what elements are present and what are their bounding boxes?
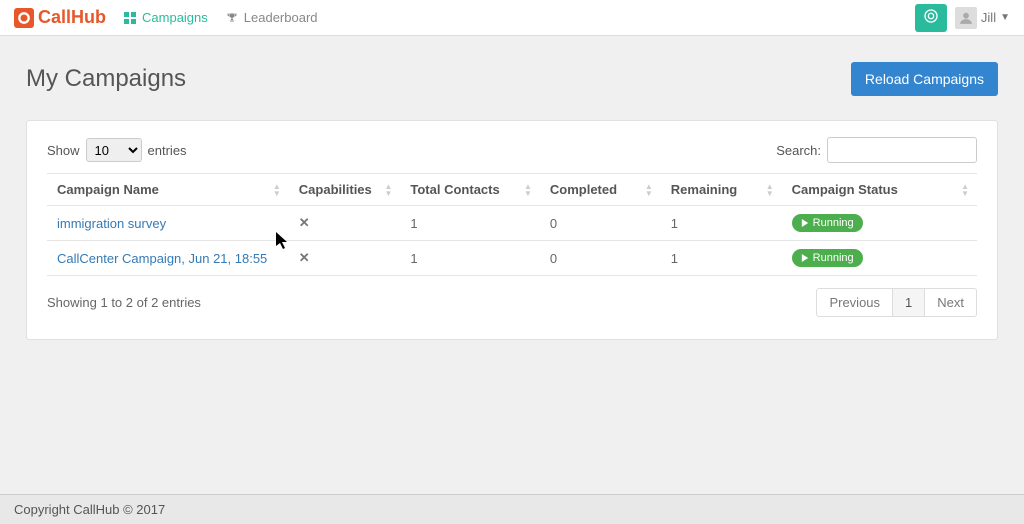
copyright: Copyright CallHub © 2017 (14, 502, 165, 517)
footer: Copyright CallHub © 2017 (0, 494, 1024, 524)
title-row: My Campaigns Reload Campaigns (26, 62, 998, 96)
sort-icon: ▲▼ (645, 183, 653, 197)
col-campaign-name[interactable]: Campaign Name▲▼ (47, 174, 289, 206)
table-header-row: Campaign Name▲▼ Capabilities▲▼ Total Con… (47, 174, 977, 206)
topbar-right: Jill ▼ (915, 4, 1010, 32)
x-icon: ✕ (299, 215, 310, 230)
table-footer: Showing 1 to 2 of 2 entries Previous 1 N… (47, 288, 977, 317)
search-input[interactable] (827, 137, 977, 163)
cell-remaining: 1 (661, 241, 782, 276)
logo-icon (14, 8, 34, 28)
campaigns-table: Campaign Name▲▼ Capabilities▲▼ Total Con… (47, 173, 977, 276)
trophy-icon (226, 12, 238, 24)
search-label: Search: (776, 143, 821, 158)
sort-icon: ▲▼ (384, 183, 392, 197)
table-row: CallCenter Campaign, Jun 21, 18:55 ✕ 1 0… (47, 241, 977, 276)
sort-icon: ▲▼ (766, 183, 774, 197)
status-badge: Running (792, 249, 863, 267)
previous-button[interactable]: Previous (816, 288, 893, 317)
grid-icon (124, 12, 136, 24)
table-row: immigration survey ✕ 1 0 1 Running (47, 206, 977, 241)
nav-leaderboard-label: Leaderboard (244, 10, 318, 25)
campaigns-panel: Show 10 entries Search: Campaign Name▲▼ … (26, 120, 998, 340)
sort-icon: ▲▼ (524, 183, 532, 197)
table-controls: Show 10 entries Search: (47, 137, 977, 163)
col-capabilities[interactable]: Capabilities▲▼ (289, 174, 401, 206)
show-label-pre: Show (47, 143, 80, 158)
play-icon (801, 219, 809, 227)
sort-icon: ▲▼ (273, 183, 281, 197)
page-1-button[interactable]: 1 (892, 288, 925, 317)
cell-completed: 0 (540, 241, 661, 276)
caret-down-icon: ▼ (1000, 12, 1010, 23)
nav-campaigns-label: Campaigns (142, 10, 208, 25)
pagination: Previous 1 Next (816, 288, 977, 317)
status-badge: Running (792, 214, 863, 232)
table-info: Showing 1 to 2 of 2 entries (47, 295, 201, 310)
cell-remaining: 1 (661, 206, 782, 241)
avatar-icon (955, 7, 977, 29)
show-label-post: entries (148, 143, 187, 158)
search-control: Search: (776, 137, 977, 163)
col-total-contacts[interactable]: Total Contacts▲▼ (400, 174, 540, 206)
reload-campaigns-button[interactable]: Reload Campaigns (851, 62, 998, 96)
logo[interactable]: CallHub (14, 7, 106, 28)
help-button[interactable] (915, 4, 947, 32)
sort-icon: ▲▼ (961, 183, 969, 197)
next-button[interactable]: Next (924, 288, 977, 317)
cell-total: 1 (400, 241, 540, 276)
x-icon: ✕ (299, 250, 310, 265)
campaign-link[interactable]: CallCenter Campaign, Jun 21, 18:55 (57, 251, 267, 266)
cell-completed: 0 (540, 206, 661, 241)
user-menu[interactable]: Jill ▼ (955, 7, 1010, 29)
col-remaining[interactable]: Remaining▲▼ (661, 174, 782, 206)
play-icon (801, 254, 809, 262)
nav-leaderboard[interactable]: Leaderboard (226, 10, 318, 25)
topbar-left: CallHub Campaigns Leaderboard (14, 7, 318, 28)
brand-name: CallHub (38, 7, 106, 28)
entries-select[interactable]: 10 (86, 138, 142, 162)
life-ring-icon (923, 8, 939, 27)
main-content: My Campaigns Reload Campaigns Show 10 en… (0, 36, 1024, 356)
col-completed[interactable]: Completed▲▼ (540, 174, 661, 206)
entries-length-control: Show 10 entries (47, 138, 187, 162)
user-name: Jill (981, 10, 996, 25)
nav-campaigns[interactable]: Campaigns (124, 10, 208, 25)
cell-total: 1 (400, 206, 540, 241)
campaign-link[interactable]: immigration survey (57, 216, 166, 231)
page-title: My Campaigns (26, 65, 186, 93)
col-campaign-status[interactable]: Campaign Status▲▼ (782, 174, 977, 206)
topbar: CallHub Campaigns Leaderboard Jill ▼ (0, 0, 1024, 36)
